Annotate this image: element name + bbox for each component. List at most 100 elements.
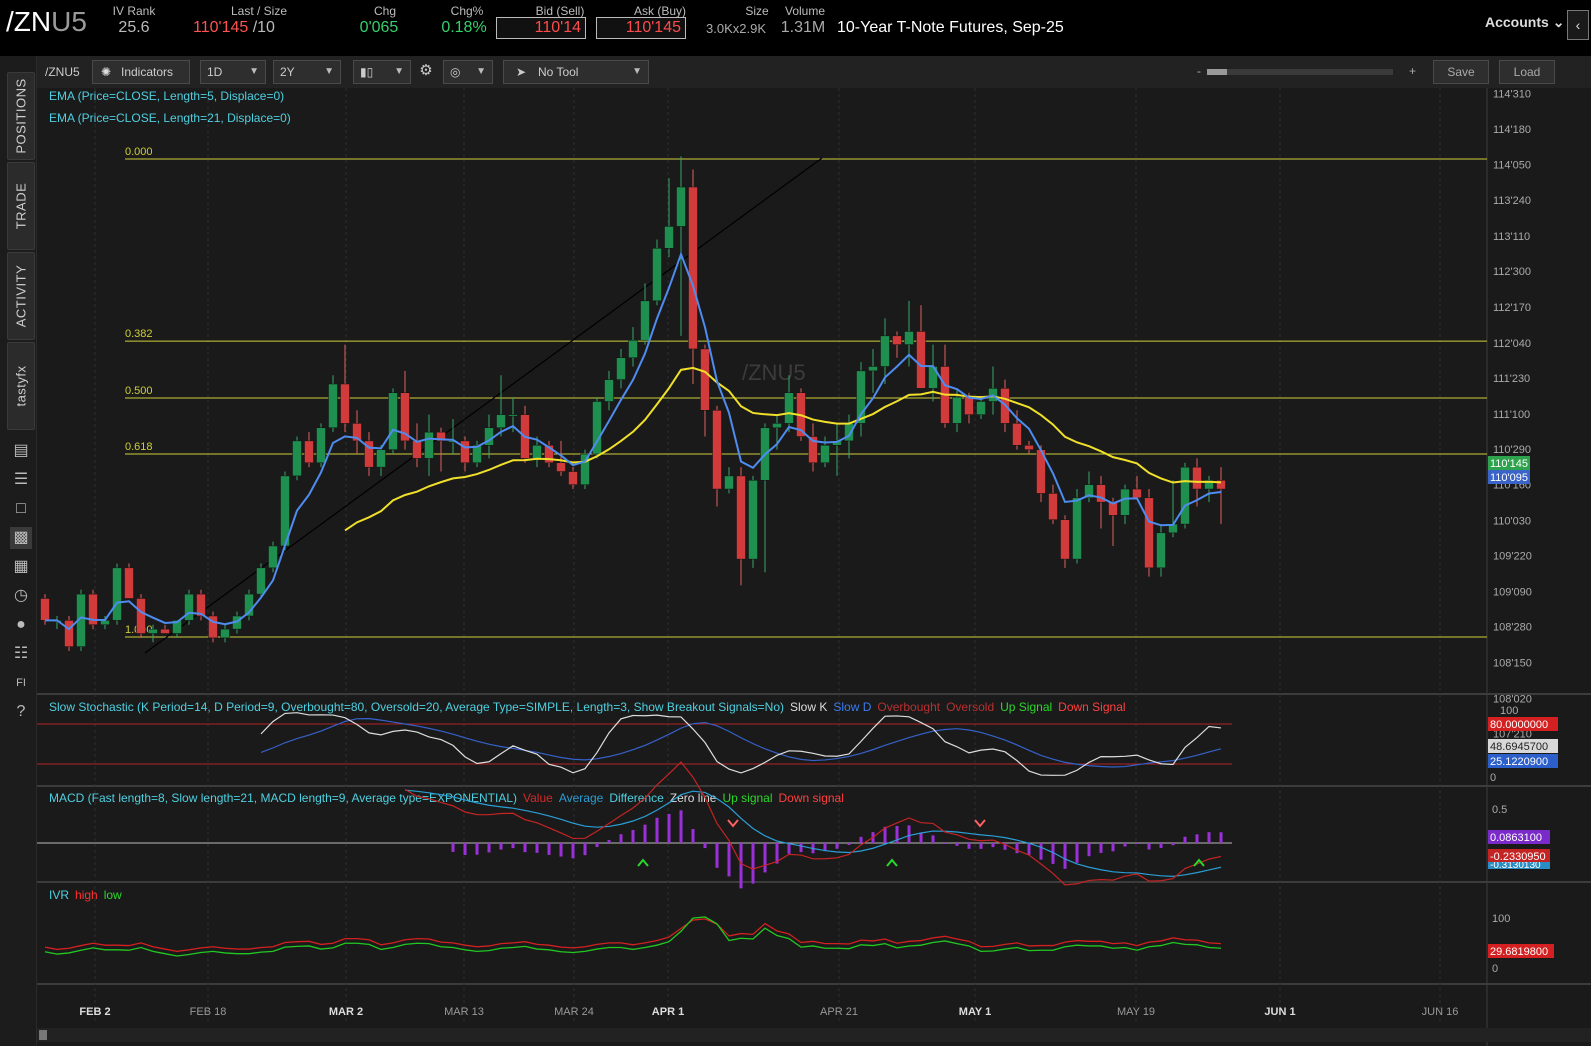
macd-histogram-bar: [751, 843, 755, 884]
zoom-out-button[interactable]: -: [1197, 64, 1201, 78]
macd-histogram-bar: [583, 843, 587, 856]
chg-pct-value: 0.18%: [441, 19, 487, 36]
zoom-slider-handle[interactable]: [1207, 69, 1227, 75]
macd-histogram-bar: [1183, 836, 1187, 843]
candle-body: [316, 427, 326, 464]
list-icon[interactable]: ☰: [10, 469, 32, 491]
load-button[interactable]: Load: [1499, 60, 1555, 84]
tab-positions[interactable]: POSITIONS: [7, 72, 35, 160]
macd-histogram-bar: [835, 843, 839, 849]
horizontal-scrollbar: [37, 1028, 1591, 1042]
zoom-in-button[interactable]: +: [1409, 64, 1416, 78]
left-sidebar: POSITIONS TRADE ACTIVITY tastyfx ▤ ☰ □ ▩…: [0, 56, 37, 1046]
macd-title: MACD (Fast length=8, Slow length=21, MAC…: [49, 791, 844, 805]
iv-rank-label: IV Rank: [112, 4, 156, 18]
price-chart[interactable]: 0.0000.3820.5000.6181.000 /ZNU5 EMA (Pri…: [37, 88, 1591, 1046]
time-axis-label: MAY 19: [1117, 1006, 1155, 1018]
interval-select[interactable]: 1D ▼: [200, 60, 266, 84]
macd-histogram-bar: [727, 843, 731, 877]
time-axis-label: APR 21: [820, 1006, 858, 1018]
report-icon[interactable]: ▤: [10, 440, 32, 462]
macd-histogram-bar: [547, 843, 551, 855]
chart-panel[interactable]: /ZNU5 ✺ Indicators 1D ▼ 2Y ▼ ▮▯ ▼ ⚙ ◎ ▼ ➤ No T…: [37, 56, 1591, 1046]
macd-histogram-bar: [859, 836, 863, 843]
candle-body: [628, 339, 638, 358]
people-icon[interactable]: ●: [10, 614, 32, 636]
candle-body: [964, 396, 974, 415]
candle-body: [568, 471, 578, 485]
candle-body: [340, 383, 350, 424]
macd-histogram-bar: [463, 843, 467, 856]
accounts-dropdown[interactable]: Accounts ⌄: [1485, 14, 1564, 31]
macd-histogram-bar: [715, 843, 719, 868]
volume-value: 1.31M: [780, 19, 826, 36]
macd-histogram-bar: [1039, 843, 1043, 860]
price-tick-label: 114'180: [1493, 124, 1531, 136]
macd-histogram-bar: [799, 843, 803, 853]
news-icon[interactable]: FI: [10, 672, 32, 694]
size-label: Size: [745, 4, 769, 18]
time-axis: FEB 2 FEB 18 MAR 2 MAR 13 MAR 24 APR 1 APR 21 M…: [79, 1006, 1458, 1018]
price-tick-label: 109'090: [1493, 586, 1532, 598]
macd-histogram-bar: [499, 843, 503, 850]
range-select[interactable]: 2Y ▼: [273, 60, 341, 84]
tab-tastyfx[interactable]: tastyfx: [7, 342, 35, 430]
macd-histogram-bar: [1075, 843, 1079, 863]
calendar-icon[interactable]: ☷: [10, 643, 32, 665]
symbol-watermark: /ZNU5: [742, 360, 806, 385]
candle-body: [1144, 497, 1154, 569]
fib-level-label: 0.500: [125, 385, 153, 397]
candle-body: [952, 396, 962, 424]
settings-gear-icon[interactable]: ⚙: [415, 60, 437, 84]
candle-body: [652, 248, 662, 302]
stoch-overbought-marker: 80.0000000: [1490, 719, 1548, 731]
bid-sell-button[interactable]: 110'14: [496, 17, 586, 39]
chart-icon[interactable]: ▩: [10, 527, 32, 549]
macd-histogram-bar: [631, 829, 635, 843]
candle-body: [1132, 488, 1142, 499]
candle-body: [220, 628, 230, 639]
macd-histogram-bar: [595, 843, 599, 848]
candle-body: [508, 414, 518, 417]
candle-body: [148, 628, 158, 634]
price-tick-label: 112'300: [1493, 266, 1531, 278]
time-axis-label: APR 1: [652, 1006, 684, 1018]
help-icon[interactable]: ?: [10, 701, 32, 723]
candle-body: [1048, 493, 1058, 520]
candle-body: [376, 449, 386, 468]
tab-trade[interactable]: TRADE: [7, 162, 35, 250]
candle-body: [784, 392, 794, 424]
ask-buy-button[interactable]: 110'145: [596, 17, 686, 39]
quote-header: /ZNU5 IV Rank 25.6 Last / Size 110'145 /…: [0, 0, 1591, 54]
tool-select[interactable]: ➤ No Tool ▼: [503, 60, 649, 84]
macd-histogram-bar: [475, 843, 479, 855]
macd-histogram-bar: [679, 810, 683, 843]
tv-icon[interactable]: □: [10, 498, 32, 520]
macd-histogram-bar: [943, 843, 947, 844]
save-button[interactable]: Save: [1433, 60, 1489, 84]
time-axis-label: MAR 2: [329, 1006, 363, 1018]
chg-pct-label: Chg%: [450, 4, 484, 18]
chg-label: Chg: [373, 4, 396, 18]
macd-histogram-bar: [535, 843, 539, 853]
price-tick-label: 113'110: [1493, 231, 1530, 243]
gear-icon: ✺: [101, 65, 112, 79]
gauge-icon[interactable]: ◷: [10, 585, 32, 607]
macd-histogram-bar: [643, 824, 647, 843]
collapse-left-icon[interactable]: ‹: [1567, 10, 1589, 40]
indicators-button[interactable]: ✺ Indicators: [92, 60, 190, 84]
candle-body: [880, 335, 890, 367]
time-axis-label: MAR 24: [554, 1006, 594, 1018]
scrollbar-handle: [39, 1030, 47, 1040]
candle-body: [724, 475, 734, 490]
chart-style-select[interactable]: ▮▯ ▼: [353, 60, 411, 84]
price-tick-label: 113'240: [1493, 195, 1531, 207]
grid-icon[interactable]: ▦: [10, 556, 32, 578]
ema21-label: EMA (Price=CLOSE, Length=21, Displace=0): [49, 111, 291, 125]
zoom-slider[interactable]: [1207, 69, 1393, 75]
price-tick-label: 109'220: [1493, 551, 1532, 563]
tab-activity[interactable]: ACTIVITY: [7, 252, 35, 340]
ivr-title: IVR high low: [49, 888, 122, 902]
drawing-set-select[interactable]: ◎ ▼: [443, 60, 493, 84]
symbol-title: /ZNU5: [6, 6, 87, 37]
